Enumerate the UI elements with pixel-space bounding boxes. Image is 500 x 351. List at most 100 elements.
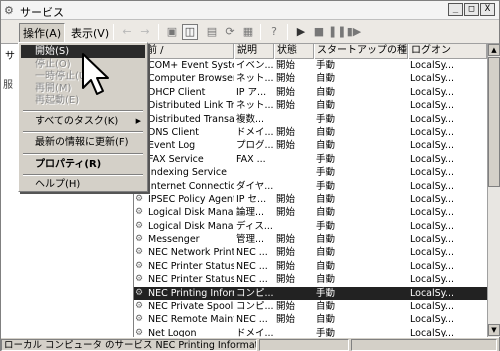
table-row[interactable]: ⚙ NEC Network Print...NEC ... 開始 自動 LocalSy.… [134,246,487,259]
table-row[interactable]: ⚙ Messenger 管理... 開始 自動 LocalSy... [134,233,487,246]
up-folder-icon[interactable]: ▣ [164,24,180,40]
cell-startup-type: 手動 [316,287,336,299]
cell-name: ⚙ NEC Printer Status ... [134,273,234,286]
pause-service-icon[interactable]: ❚❚ [328,24,346,40]
cell-status: 開始 [276,140,296,152]
context-menu-refresh[interactable]: 最新の情報に更新(F) [21,136,145,149]
table-row[interactable]: ⚙ Net Logon ドメイ... 手動 LocalSy... [134,327,487,337]
service-name-text: Indexing Service [148,167,227,179]
help-icon[interactable]: ? [266,24,282,40]
table-row[interactable]: ⚙DNS Clientドメイ...開始 自動 LocalSy... [134,126,487,139]
cell-startup-type: 手動 [316,153,336,165]
cell-startup-type: 自動 [316,247,336,259]
table-row[interactable]: ⚙ Logical Disk Manag...論理... 開始 自動 LocalSy..… [134,206,487,219]
cell-logon: LocalSy... [410,113,454,125]
table-row[interactable]: ⚙ NEC Printer Status ...NEC ... 開始 自動 LocalS… [134,273,487,286]
table-row[interactable]: ⚙Distributed Link Tra...ネット...開始 自動 LocalS… [134,99,487,112]
context-menu-separator [23,153,143,155]
cell-status: 開始 [276,234,296,246]
title-bar[interactable]: ⚙ サービス _ □ X [1,1,499,20]
table-row[interactable]: ⚙ NEC Private Spool ...コンピ...開始 自動 LocalSy.… [134,300,487,313]
services-app-icon: ⚙ [4,4,14,17]
cell-name: ⚙Internet Connection... [134,180,234,193]
table-row[interactable]: ⚙FAX ServiceFAX ... 手動 LocalSy... [134,153,487,166]
cell-description: IP セ... [236,193,267,205]
table-row[interactable]: ⚙Distributed Transac...複数... 手動 LocalSy... [134,113,487,126]
close-button[interactable]: X [480,3,495,16]
table-row[interactable]: ⚙Indexing Service 手動 LocalSy... [134,166,487,179]
service-gear-icon: ⚙ [135,193,144,204]
table-row[interactable]: ⚙ NEC Printer Status ...NEC ... 開始 自動 LocalS… [134,260,487,273]
menu-view[interactable]: 表示(V) [71,25,109,41]
minimize-button[interactable]: _ [448,3,463,16]
cell-name: ⚙Indexing Service [134,166,234,179]
table-row[interactable]: ⚙Event Logプログ...開始 自動 LocalSy... [134,139,487,152]
cell-startup-type: 自動 [316,234,336,246]
services-list[interactable]: 名前 / 説明 状態 スタートアップの種類 ログオン ⚙COM+ Event S… [134,44,487,337]
context-menu-help[interactable]: ヘルプ(H) [21,178,145,191]
cell-startup-type: 自動 [316,207,336,219]
refresh-icon[interactable]: ⟳ [222,24,238,40]
column-header-logon[interactable]: ログオン [408,44,487,59]
cell-logon: LocalSy... [410,314,454,326]
cell-logon: LocalSy... [410,180,454,192]
table-row[interactable]: ⚙Computer Browserネット...開始 自動 LocalSy... [134,72,487,85]
scroll-down-button[interactable]: ▼ [488,324,500,336]
table-row[interactable]: ⚙ NEC Remote Maint...NEC ... 開始 自動 LocalSy..… [134,313,487,326]
cell-startup-type: 手動 [316,113,336,125]
context-menu-all-tasks[interactable]: すべてのタスク(K) ▶ [21,115,145,128]
cell-status: 開始 [276,314,296,326]
back-arrow-icon[interactable]: ← [119,24,135,40]
tree-item-fragment[interactable]: 服 [3,76,13,91]
mouse-pointer-icon [82,53,109,95]
column-header-status[interactable]: 状態 [274,44,314,59]
service-name-text: NEC Private Spool ... [148,301,234,313]
table-row[interactable]: ⚙ NEC Printing Inform...コンピ... 手動 LocalSy..… [134,286,487,301]
maximize-button[interactable]: □ [464,3,479,16]
vertical-scrollbar[interactable]: ▲ ▼ [487,44,500,337]
cell-logon: LocalSy... [410,126,454,138]
table-row[interactable]: ⚙ Logical Disk Manag...ディス... 手動 LocalSy... [134,220,487,233]
cell-startup-type: 自動 [316,301,336,313]
cell-name: ⚙ NEC Printer Status ... [134,260,234,273]
table-row[interactable]: ⚙DHCP ClientIP ア... 開始 自動 LocalSy... [134,86,487,99]
cell-startup-type: 自動 [316,86,336,98]
table-row[interactable]: ⚙Internet Connection...ダイヤ... 手動 LocalSy..… [134,180,487,193]
cell-logon: LocalSy... [410,73,454,85]
scroll-thumb[interactable] [488,57,500,187]
cell-logon: LocalSy... [410,301,454,313]
cell-description: NEC ... [236,260,268,272]
cell-startup-type: 手動 [316,180,336,192]
table-row[interactable]: ⚙ IPSEC Policy Agent IP セ... 開始 自動 LocalSy... [134,193,487,206]
restart-service-icon[interactable]: ▮▶ [346,24,362,40]
cell-name: ⚙ Logical Disk Manag... [134,206,234,219]
stop-service-icon[interactable]: ■ [311,24,327,40]
cell-description: ドメイ... [236,126,274,138]
cell-description: 管理... [236,234,265,246]
tree-item-fragment[interactable]: サ [5,47,15,62]
forward-arrow-icon[interactable]: → [137,24,153,40]
service-name-text: NEC Remote Maint... [148,314,234,326]
service-name-text: IPSEC Policy Agent [148,193,234,205]
service-gear-icon: ⚙ [135,247,144,258]
column-header-startup-type[interactable]: スタートアップの種類 [314,44,408,59]
service-name-text: Computer Browser [148,73,234,85]
scroll-up-button[interactable]: ▲ [488,44,500,56]
properties-icon[interactable]: ▤ [204,24,220,40]
column-header-description[interactable]: 説明 [234,44,274,59]
table-row[interactable]: ⚙COM+ Event Systemイベン...開始 手動 LocalSy... [134,59,487,72]
context-menu-properties[interactable]: プロパティ(R) [21,158,145,171]
cell-status [274,153,314,166]
column-header-name[interactable]: 名前 / [134,44,234,59]
show-tree-icon[interactable]: ◫ [182,24,198,40]
cell-name: ⚙ Messenger [134,233,234,246]
start-service-icon[interactable]: ▶ [293,24,309,40]
cell-description: ネット... [236,73,274,85]
export-list-icon[interactable]: ▦ [240,24,256,40]
status-text: ローカル コンピュータ のサービス NEC Printing Informati… [1,339,257,351]
menu-action[interactable]: 操作(A) [19,23,66,43]
cell-startup-type: 自動 [316,260,336,272]
cell-name: ⚙Distributed Link Tra... [134,99,234,112]
context-menu-separator [23,110,143,112]
service-name-text: Distributed Link Tra... [148,100,234,112]
